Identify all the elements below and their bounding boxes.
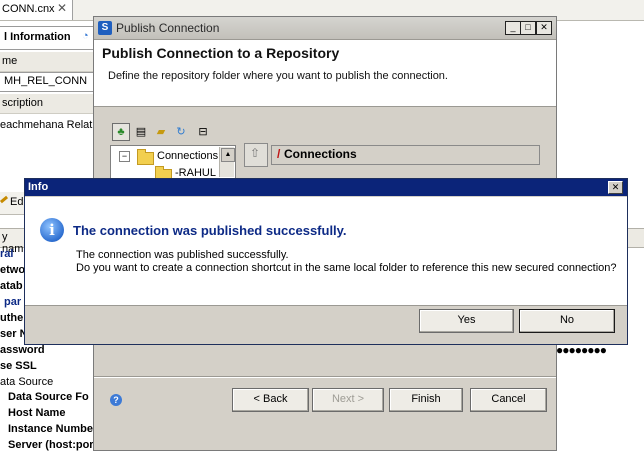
scroll-up-arrow-icon[interactable]: ▲ — [221, 148, 235, 162]
password-value[interactable]: ●●●●●●●● — [556, 343, 607, 357]
description-label: scription — [2, 97, 43, 109]
up-arrow-icon: ⇧ — [250, 146, 261, 160]
folder-path: Connections — [284, 147, 357, 161]
tree-row-host-name[interactable]: Host Name — [8, 407, 65, 419]
description-label-row: scription — [0, 94, 96, 114]
info-heading: The connection was published successfull… — [73, 223, 347, 238]
file-tab[interactable]: CONN.cnx ✕ — [0, 0, 73, 20]
tree-row-data-source-format[interactable]: Data Source Fo — [8, 391, 89, 403]
property-database[interactable]: atab — [0, 280, 23, 292]
edit-toolbar[interactable]: Ed — [0, 192, 24, 215]
description-text[interactable]: eachmehana Relatio — [0, 119, 101, 131]
next-button[interactable]: Next > — [312, 388, 384, 412]
tree-row-instance-number[interactable]: Instance Number — [8, 423, 97, 435]
property-general[interactable]: ral — [0, 248, 13, 260]
name-field[interactable]: MH_REL_CONN — [0, 72, 97, 92]
pencil-icon — [0, 195, 9, 204]
tree-view-icon[interactable]: ♣ — [112, 123, 130, 141]
info-message-line-2: Do you want to create a connection short… — [76, 262, 617, 274]
yes-button[interactable]: Yes — [419, 309, 514, 333]
wizard-titlebar[interactable]: S Publish Connection _ □ ✕ — [94, 17, 556, 40]
maximize-button[interactable]: □ — [520, 21, 536, 35]
refresh-icon[interactable]: ↻ — [172, 123, 190, 141]
tab-information-label: l Information — [4, 31, 71, 43]
info-title: Info — [28, 181, 49, 193]
file-tab-close-icon[interactable]: ✕ — [57, 1, 67, 15]
folder-icon — [137, 149, 154, 165]
folder-path-field: / Connections — [271, 145, 540, 165]
collapse-node-icon[interactable]: − — [119, 151, 130, 162]
name-label-row: me — [0, 52, 96, 72]
info-titlebar[interactable]: Info ✕ — [25, 179, 627, 196]
wizard-title: Publish Connection — [116, 21, 220, 35]
property-parameters[interactable]: par — [4, 296, 21, 308]
tree-scrollbar[interactable]: ▲ — [219, 147, 235, 177]
name-field-value: MH_REL_CONN — [4, 75, 88, 87]
wizard-heading: Publish Connection to a Repository — [102, 45, 340, 61]
path-root-slash: / — [277, 147, 281, 161]
property-data-source[interactable]: ata Source — [0, 376, 53, 388]
info-message-line-1: The connection was published successfull… — [76, 249, 289, 261]
tree-toolbar: ♣ ▤ ▰ ↻ ⊟ — [110, 121, 225, 143]
list-view-icon[interactable]: ▤ — [132, 123, 150, 141]
minimize-button[interactable]: _ — [505, 21, 521, 35]
property-password[interactable]: assword — [0, 344, 45, 356]
no-button[interactable]: No — [519, 309, 615, 333]
edit-label: Ed — [10, 196, 24, 208]
parent-folder-button[interactable]: ⇧ — [244, 143, 268, 167]
wizard-separator — [94, 376, 556, 378]
info-close-button[interactable]: ✕ — [608, 181, 623, 194]
app-icon: S — [98, 21, 112, 35]
tab-information[interactable]: l Information ◔ — [0, 26, 97, 50]
file-tab-label: CONN.cnx — [2, 3, 55, 15]
close-button[interactable]: ✕ — [536, 21, 552, 35]
info-dialog: Info ✕ i The connection was published su… — [24, 178, 628, 345]
repository-tree[interactable]: − Connections -RAHUL — [110, 145, 236, 182]
name-label: me — [2, 55, 18, 67]
new-folder-icon[interactable]: ▰ — [152, 123, 170, 141]
finish-button[interactable]: Finish — [389, 388, 463, 412]
property-network[interactable]: etwo — [0, 264, 25, 276]
property-use-ssl[interactable]: se SSL — [0, 360, 37, 372]
back-button[interactable]: < Back — [232, 388, 309, 412]
property-column-header: y nam — [0, 228, 25, 255]
info-icon: i — [40, 218, 64, 242]
help-icon[interactable]: ? — [110, 394, 122, 406]
info-message-area: i The connection was published successfu… — [25, 197, 627, 306]
wizard-banner: Publish Connection to a Repository Defin… — [94, 40, 556, 107]
cancel-button[interactable]: Cancel — [470, 388, 547, 412]
property-authentication[interactable]: uthe — [0, 312, 23, 324]
wizard-subheading: Define the repository folder where you w… — [108, 70, 448, 82]
collapse-all-icon[interactable]: ⊟ — [194, 123, 212, 141]
tree-node-connections[interactable]: Connections — [157, 150, 218, 162]
